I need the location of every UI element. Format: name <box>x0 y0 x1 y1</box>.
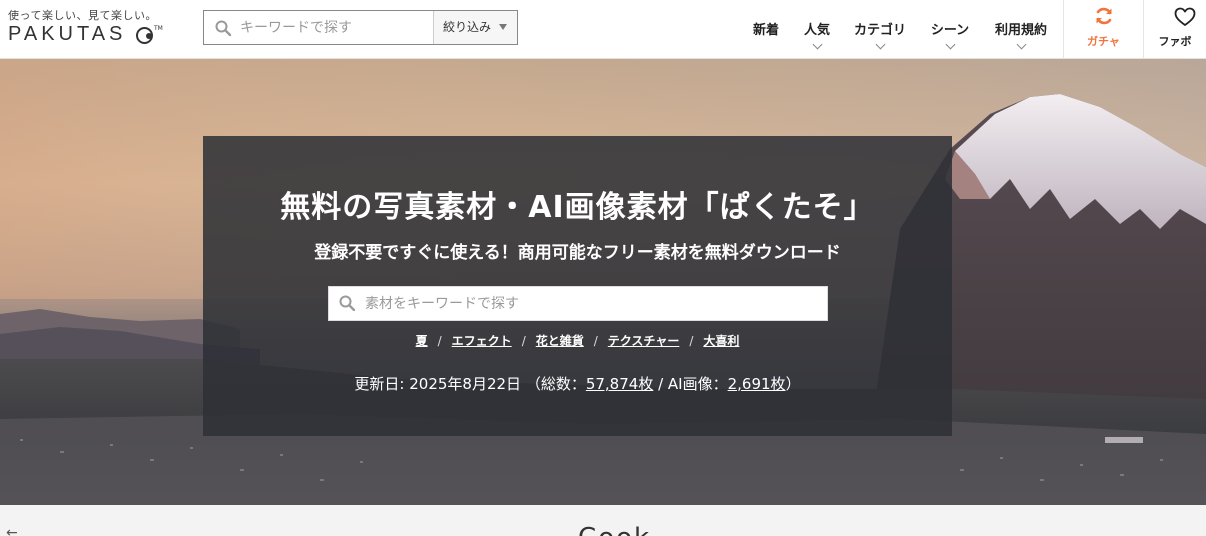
hero-title: 無料の写真素材・AI画像素材「ぱくたそ」 <box>280 190 875 225</box>
hero-panel: 無料の写真素材・AI画像素材「ぱくたそ」 登録不要ですぐに使える！商用可能なフリ… <box>203 136 952 436</box>
hero-section: 無料の写真素材・AI画像素材「ぱくたそ」 登録不要ですぐに使える！商用可能なフリ… <box>0 59 1206 505</box>
chevron-down-icon <box>875 39 886 50</box>
nav-label: 新着 <box>752 23 779 38</box>
filter-dropdown[interactable]: 絞り込み <box>433 11 517 44</box>
update-prefix: 更新日: 2025年8月22日 （総数： <box>354 375 586 393</box>
site-header: 使って楽しい、見て楽しい。 PAKUTAS TM 絞り込み 新着 人気 カテゴリ… <box>0 0 1206 59</box>
logo-o-mark <box>136 27 153 44</box>
logo-tagline: 使って楽しい、見て楽しい。 <box>8 9 157 22</box>
tag-link[interactable]: テクスチャー <box>608 334 680 348</box>
nav-scene[interactable]: シーン <box>927 0 973 58</box>
update-info: 更新日: 2025年8月22日 （総数：57,874枚 / AI画像：2,691… <box>203 373 952 394</box>
gacha-label: ガチャ <box>1087 35 1120 48</box>
site-logo[interactable]: 使って楽しい、見て楽しい。 PAKUTAS TM <box>8 7 168 47</box>
nav-label: 人気 <box>803 23 830 38</box>
nav-label: シーン <box>930 23 970 38</box>
search-icon <box>215 20 231 36</box>
ai-count-link[interactable]: 2,691枚 <box>728 375 786 393</box>
tag-separator: / <box>593 334 598 348</box>
header-search: 絞り込み <box>203 10 518 45</box>
hero-search-input[interactable] <box>365 287 815 320</box>
search-icon <box>339 295 355 311</box>
nav-popular[interactable]: 人気 <box>800 0 834 58</box>
nav-new[interactable]: 新着 <box>748 0 784 58</box>
tag-separator: / <box>689 334 694 348</box>
tag-link[interactable]: 大喜利 <box>703 334 739 348</box>
refresh-icon <box>1096 7 1112 25</box>
arrow-left-icon[interactable]: ← <box>6 525 18 536</box>
tag-link[interactable]: エフェクト <box>452 334 512 348</box>
section-heading: ... Cook <box>537 523 651 536</box>
popular-tags: 夏 / エフェクト / 花と雑貨 / テクスチャー / 大喜利 <box>203 332 952 349</box>
logo-wordmark: PAKUTAS <box>8 23 127 45</box>
tag-separator: / <box>521 334 526 348</box>
nav-label: 利用規約 <box>994 23 1047 38</box>
nav-terms[interactable]: 利用規約 <box>993 0 1049 58</box>
logo-trademark: TM <box>154 25 163 32</box>
tag-link[interactable]: 花と雑貨 <box>536 334 584 348</box>
heart-icon <box>1174 7 1196 26</box>
tag-link[interactable]: 夏 <box>416 334 428 348</box>
favorites-label: ファボ <box>1158 35 1192 48</box>
ai-prefix: / AI画像： <box>653 375 728 393</box>
gacha-button[interactable]: ガチャ <box>1063 0 1143 58</box>
next-section-strip: ← ... Cook <box>0 505 1206 536</box>
chevron-down-icon <box>1016 39 1027 50</box>
favorites-button[interactable]: ファボ <box>1143 0 1206 58</box>
caret-down-icon <box>499 24 507 30</box>
chevron-down-icon <box>812 39 823 50</box>
chevron-down-icon <box>945 39 956 50</box>
tag-separator: / <box>437 334 442 348</box>
header-search-input[interactable] <box>240 11 432 44</box>
nav-category[interactable]: カテゴリ <box>852 0 908 58</box>
hero-subtitle: 登録不要ですぐに使える！商用可能なフリー素材を無料ダウンロード <box>314 243 841 263</box>
total-count-link[interactable]: 57,874枚 <box>586 375 654 393</box>
update-suffix: ） <box>785 375 801 393</box>
filter-label: 絞り込み <box>443 20 492 34</box>
nav-label: カテゴリ <box>853 23 906 38</box>
hero-search <box>328 286 828 321</box>
